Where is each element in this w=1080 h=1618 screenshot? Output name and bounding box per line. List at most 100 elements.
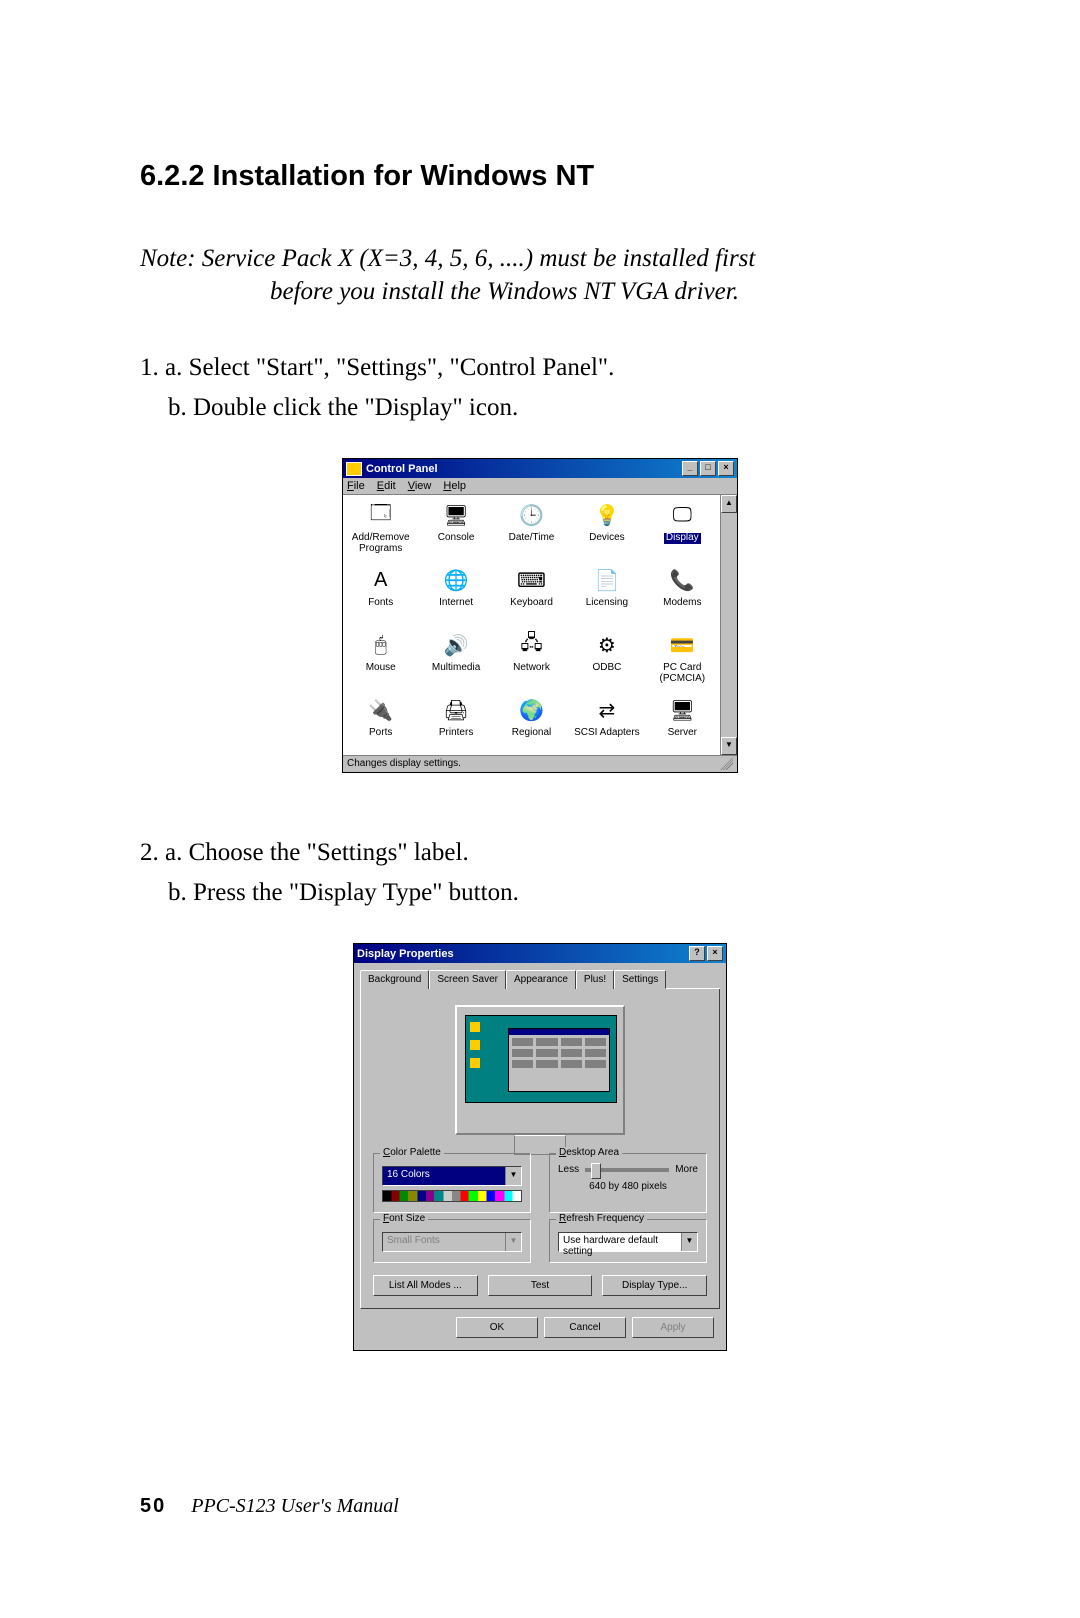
book-title: PPC-S123 User's Manual	[191, 1495, 399, 1517]
scrollbar[interactable]: ▲ ▼	[720, 495, 737, 755]
dropdown-icon[interactable]: ▼	[505, 1167, 521, 1185]
network-icon: 🖧	[517, 631, 545, 659]
cancel-button[interactable]: Cancel	[544, 1317, 626, 1338]
cp-item-console[interactable]: 🖥Console	[418, 499, 493, 564]
cp-item-add-remove-programs[interactable]: 🗔 Add/Remove Programs	[343, 499, 418, 564]
cp-item-label: Display	[664, 533, 701, 544]
cp-item-label: Modems	[663, 598, 701, 609]
modems-icon: 📞	[668, 566, 696, 594]
step1-b: b. Double click the "Display" icon.	[140, 388, 940, 428]
section-heading: 6.2.2 Installation for Windows NT	[140, 160, 940, 193]
cp-item-label: Licensing	[586, 598, 628, 609]
add-remove-programs-icon: 🗔	[367, 501, 395, 529]
tab-screensaver[interactable]: Screen Saver	[429, 970, 506, 989]
titlebar: Display Properties ? ×	[354, 944, 726, 963]
tab-settings[interactable]: Settings	[614, 970, 666, 989]
pc-card-pcmcia--icon: 💳	[668, 631, 696, 659]
color-palette-select[interactable]: 16 Colors ▼	[382, 1166, 522, 1186]
display-properties-window: Display Properties ? × Background Screen…	[353, 943, 727, 1351]
menu-view[interactable]: View	[408, 480, 432, 492]
cp-item-modems[interactable]: 📞 Modems	[645, 564, 720, 629]
cp-item-keyboard[interactable]: ⌨Keyboard	[494, 564, 569, 629]
internet-icon: 🌐	[442, 566, 470, 594]
scsi-adapters-icon: ⇄	[593, 696, 621, 724]
group-desktop-area: Desktop Area Less More 640 by 480 pixels	[549, 1153, 707, 1213]
cp-item-scsi-adapters[interactable]: ⇄ SCSI Adapters	[569, 694, 644, 755]
cp-item-internet[interactable]: 🌐 Internet	[418, 564, 493, 629]
monitor-preview	[455, 1005, 625, 1135]
resize-grip-icon[interactable]	[719, 758, 733, 770]
color-palette-value: 16 Colors	[383, 1167, 505, 1185]
cp-item-label: Ports	[369, 728, 392, 739]
tab-appearance[interactable]: Appearance	[506, 970, 576, 989]
cp-item-server[interactable]: 🖥Server	[645, 694, 720, 755]
cp-item-mouse[interactable]: 🖱 Mouse	[343, 629, 418, 694]
cp-item-label: Keyboard	[510, 598, 553, 609]
dropdown-icon[interactable]: ▼	[681, 1233, 697, 1251]
dropdown-icon: ▼	[505, 1233, 521, 1251]
scroll-down-icon[interactable]: ▼	[721, 737, 737, 755]
control-panel-icon	[346, 462, 362, 476]
cp-item-fonts[interactable]: AFonts	[343, 564, 418, 629]
cp-item-multimedia[interactable]: 🔊Multimedia	[418, 629, 493, 694]
help-button[interactable]: ?	[689, 946, 705, 961]
apply-button[interactable]: Apply	[632, 1317, 714, 1338]
menu-help[interactable]: Help	[443, 480, 466, 492]
multimedia-icon: 🔊	[442, 631, 470, 659]
slider-less-label: Less	[558, 1164, 579, 1175]
display-type-button[interactable]: Display Type...	[602, 1275, 707, 1296]
close-button[interactable]: ×	[707, 946, 723, 961]
maximize-button[interactable]: □	[700, 461, 716, 476]
menu-edit[interactable]: Edit	[377, 480, 396, 492]
cp-item-ports[interactable]: 🔌 Ports	[343, 694, 418, 755]
tab-background[interactable]: Background	[360, 970, 429, 989]
cp-item-label: SCSI Adapters	[574, 728, 640, 739]
group-font-size: Font Size Small Fonts ▼	[373, 1219, 531, 1263]
cp-item-label: Console	[438, 533, 475, 544]
window-title: Control Panel	[366, 463, 438, 475]
test-button[interactable]: Test	[488, 1275, 593, 1296]
cp-item-label: Add/Remove Programs	[343, 533, 418, 554]
mouse-icon: 🖱	[367, 631, 395, 659]
tab-plus[interactable]: Plus!	[576, 970, 614, 989]
regional-icon: 🌍	[517, 696, 545, 724]
color-bar	[382, 1190, 522, 1202]
resolution-slider[interactable]	[585, 1168, 669, 1172]
cp-item-licensing[interactable]: 📄 Licensing	[569, 564, 644, 629]
menubar: File Edit View Help	[343, 478, 737, 495]
cp-item-printers[interactable]: 🖨Printers	[418, 694, 493, 755]
server-icon: 🖥	[668, 696, 696, 724]
preview-desktop-icon	[470, 1058, 480, 1068]
close-button[interactable]: ×	[718, 461, 734, 476]
cp-item-display[interactable]: 🖵Display	[645, 499, 720, 564]
cp-item-label: Mouse	[366, 663, 396, 674]
list-modes-button[interactable]: List All Modes ...	[373, 1275, 478, 1296]
preview-desktop-icon	[470, 1040, 480, 1050]
note: Note: Service Pack X (X=3, 4, 5, 6, ....…	[140, 243, 940, 308]
licensing-icon: 📄	[593, 566, 621, 594]
cp-item-label: Regional	[512, 728, 551, 739]
ports-icon: 🔌	[367, 696, 395, 724]
icon-grid: 🗔Add/Remove Programs🖥Console🕒Date/Time💡D…	[343, 495, 720, 755]
scroll-up-icon[interactable]: ▲	[721, 495, 737, 513]
minimize-button[interactable]: _	[682, 461, 698, 476]
cp-item-pc-card-pcmcia-[interactable]: 💳PC Card (PCMCIA)	[645, 629, 720, 694]
cp-item-network[interactable]: 🖧Network	[494, 629, 569, 694]
control-panel-window: Control Panel _ □ × File Edit View Help …	[342, 458, 738, 773]
group-refresh-frequency: Refresh Frequency Use hardware default s…	[549, 1219, 707, 1263]
ok-button[interactable]: OK	[456, 1317, 538, 1338]
menu-file[interactable]: File	[347, 480, 365, 492]
preview-desktop-icon	[470, 1022, 480, 1032]
cp-item-label: Internet	[439, 598, 473, 609]
refresh-select[interactable]: Use hardware default setting ▼	[558, 1232, 698, 1252]
cp-item-odbc[interactable]: ⚙ODBC	[569, 629, 644, 694]
cp-item-label: ODBC	[592, 663, 621, 674]
note-line2: before you install the Windows NT VGA dr…	[140, 276, 940, 309]
cp-item-label: Date/Time	[509, 533, 555, 544]
cp-item-devices[interactable]: 💡Devices	[569, 499, 644, 564]
refresh-value: Use hardware default setting	[559, 1233, 681, 1251]
cp-item-regional[interactable]: 🌍 Regional	[494, 694, 569, 755]
cp-item-date-time[interactable]: 🕒Date/Time	[494, 499, 569, 564]
step2-b: b. Press the "Display Type" button.	[140, 873, 940, 913]
step2-a: 2. a. Choose the "Settings" label.	[140, 839, 469, 866]
